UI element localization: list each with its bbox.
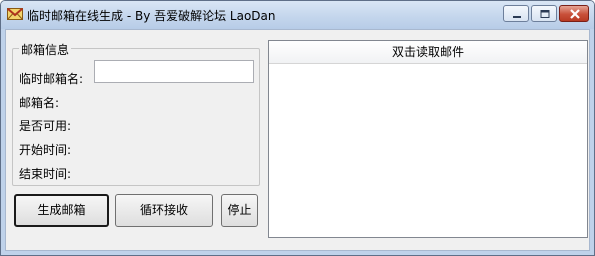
window-title: 临时邮箱在线生成 - By 吾爱破解论坛 LaoDan <box>27 9 276 23</box>
client-area: 邮箱信息 临时邮箱名: 邮箱名: 是否可用: 开始时间: 结束时间: 生成邮箱 … <box>5 29 590 251</box>
mail-list-header[interactable]: 双击读取邮件 <box>269 41 587 64</box>
app-window: 临时邮箱在线生成 - By 吾爱破解论坛 LaoDan 邮箱信息 临时邮箱名: … <box>0 0 595 256</box>
mailbox-name-label: 邮箱名: <box>19 96 60 110</box>
group-title: 邮箱信息 <box>19 41 72 58</box>
close-button[interactable] <box>559 5 589 22</box>
title-bar[interactable]: 临时邮箱在线生成 - By 吾爱破解论坛 LaoDan <box>1 1 594 29</box>
close-icon <box>570 9 580 19</box>
temp-mailbox-name-input[interactable] <box>94 60 254 83</box>
maximize-button[interactable] <box>531 5 557 22</box>
minimize-button[interactable] <box>503 5 529 22</box>
mailbox-info-group: 邮箱信息 临时邮箱名: 邮箱名: 是否可用: 开始时间: 结束时间: <box>12 41 260 186</box>
generate-mailbox-button[interactable]: 生成邮箱 <box>14 194 109 227</box>
loop-receive-button[interactable]: 循环接收 <box>115 194 213 227</box>
mail-envelope-icon <box>7 8 23 20</box>
start-time-label: 开始时间: <box>19 143 72 157</box>
mail-list[interactable]: 双击读取邮件 <box>268 40 588 238</box>
minimize-icon <box>513 16 521 18</box>
stop-button[interactable]: 停止 <box>221 194 258 227</box>
maximize-icon <box>540 10 550 18</box>
temp-mailbox-name-label: 临时邮箱名: <box>19 72 84 86</box>
availability-label: 是否可用: <box>19 119 72 133</box>
end-time-label: 结束时间: <box>19 167 72 181</box>
